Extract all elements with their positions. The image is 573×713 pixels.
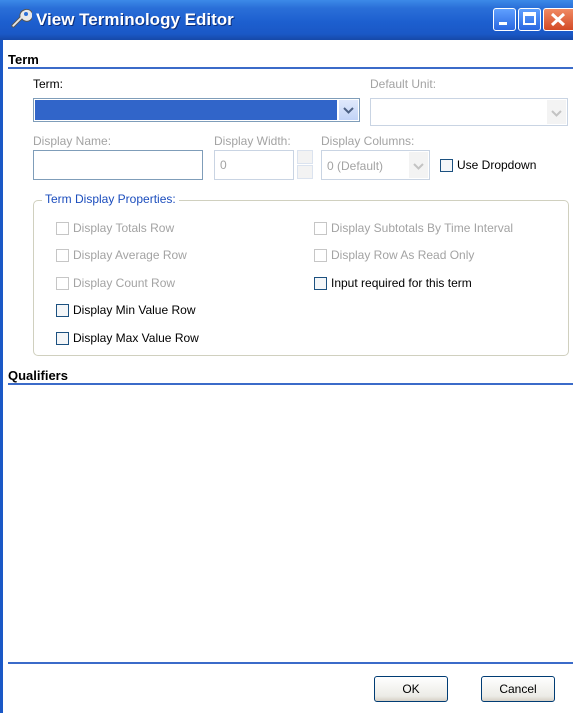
display-columns-value: 0 (Default) xyxy=(327,159,384,173)
minimize-button[interactable] xyxy=(493,8,516,31)
default-unit-dropdown-arrow[interactable] xyxy=(546,100,566,124)
display-width-stepper[interactable] xyxy=(297,150,313,180)
term-dropdown[interactable] xyxy=(33,98,360,122)
display-columns-dropdown[interactable]: 0 (Default) xyxy=(321,150,430,180)
title-bar[interactable]: View Terminology Editor xyxy=(0,0,573,40)
display-columns-label: Display Columns: xyxy=(321,134,415,148)
close-icon xyxy=(550,12,566,27)
display-max-value-row-checkbox[interactable] xyxy=(56,332,69,345)
chevron-down-icon xyxy=(343,107,354,114)
display-width-label: Display Width: xyxy=(214,134,291,148)
term-dropdown-arrow[interactable] xyxy=(338,100,358,120)
display-max-value-row-label: Display Max Value Row xyxy=(73,331,199,345)
section-divider xyxy=(8,67,573,69)
stepper-down-button[interactable] xyxy=(297,165,313,179)
term-selection xyxy=(35,100,337,120)
display-count-row-label: Display Count Row xyxy=(73,276,176,290)
chevron-down-icon xyxy=(551,110,562,117)
maximize-icon xyxy=(523,12,536,25)
display-name-field[interactable] xyxy=(33,150,203,180)
dialog-window: View Terminology Editor Term Term: Defau… xyxy=(0,0,573,713)
window-border xyxy=(0,40,3,713)
bottom-divider xyxy=(8,662,573,664)
display-min-value-row-checkbox[interactable] xyxy=(56,304,69,317)
stepper-up-button[interactable] xyxy=(297,150,313,164)
qualifiers-section-title: Qualifiers xyxy=(8,368,68,383)
display-name-label: Display Name: xyxy=(33,134,112,148)
default-unit-label: Default Unit: xyxy=(370,77,437,91)
default-unit-dropdown[interactable] xyxy=(370,98,568,126)
cancel-button[interactable]: Cancel xyxy=(481,676,555,702)
term-section-title: Term xyxy=(8,52,39,67)
display-count-row-checkbox[interactable] xyxy=(56,277,69,290)
display-subtotals-label: Display Subtotals By Time Interval xyxy=(331,221,514,235)
use-dropdown-label: Use Dropdown xyxy=(457,158,537,172)
maximize-button[interactable] xyxy=(518,8,541,31)
close-button[interactable] xyxy=(543,8,573,31)
display-totals-row-label: Display Totals Row xyxy=(73,221,175,235)
term-display-properties-legend: Term Display Properties: xyxy=(42,192,179,206)
term-label: Term: xyxy=(33,77,63,91)
ok-button[interactable]: OK xyxy=(374,676,448,702)
qualifiers-panel xyxy=(8,386,573,660)
section-divider xyxy=(8,383,573,385)
display-subtotals-checkbox[interactable] xyxy=(314,222,327,235)
use-dropdown-checkbox[interactable] xyxy=(440,159,453,172)
display-width-field[interactable]: 0 xyxy=(214,150,294,180)
display-row-read-only-label: Display Row As Read Only xyxy=(331,248,475,262)
minimize-icon xyxy=(499,22,507,25)
chevron-down-icon xyxy=(413,163,424,170)
display-min-value-row-label: Display Min Value Row xyxy=(73,303,196,317)
input-required-checkbox[interactable] xyxy=(314,277,327,290)
display-row-read-only-checkbox[interactable] xyxy=(314,249,327,262)
wrench-icon xyxy=(11,8,32,28)
window-title: View Terminology Editor xyxy=(36,10,234,29)
display-totals-row-checkbox[interactable] xyxy=(56,222,69,235)
display-average-row-checkbox[interactable] xyxy=(56,249,69,262)
display-average-row-label: Display Average Row xyxy=(73,248,187,262)
display-columns-dropdown-arrow[interactable] xyxy=(408,152,428,178)
input-required-label: Input required for this term xyxy=(331,276,472,290)
display-width-value: 0 xyxy=(220,158,227,172)
